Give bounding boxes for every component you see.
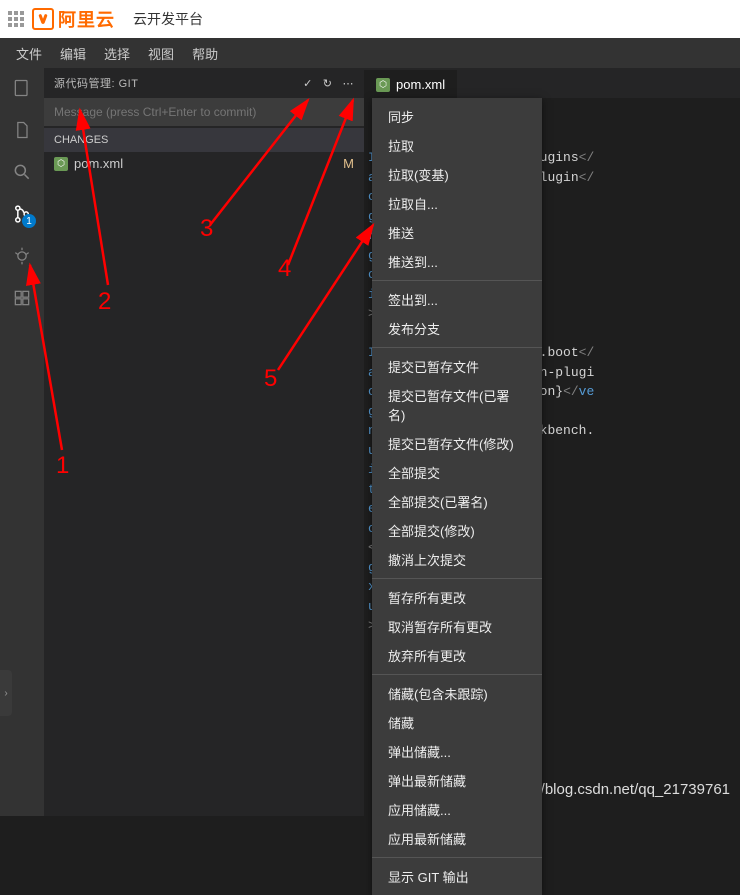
changes-header[interactable]: CHANGES	[44, 128, 364, 152]
menu-pull[interactable]: 拉取	[372, 131, 542, 160]
annotation-1: 1	[56, 452, 69, 480]
menu-commit-staged[interactable]: 提交已暂存文件	[372, 352, 542, 381]
annotation-4: 4	[278, 255, 291, 283]
explorer-icon[interactable]	[10, 76, 34, 100]
changes-label: CHANGES	[54, 134, 108, 146]
debug-icon[interactable]	[10, 244, 34, 268]
tab-pomxml[interactable]: ⬡ pom.xml	[364, 70, 457, 98]
menu-view[interactable]: 视图	[148, 44, 174, 63]
brand-icon	[32, 8, 54, 30]
topbar: 阿里云 云开发平台	[0, 0, 740, 38]
menu-undo-last-commit[interactable]: 撤消上次提交	[372, 545, 542, 574]
scm-sidebar: 源代码管理: GIT ✓ ↻ ⋯ CHANGES ⬡ pom.xml M	[44, 68, 364, 816]
menu-separator	[372, 578, 542, 579]
menu-discard-all[interactable]: 放弃所有更改	[372, 641, 542, 670]
editor-tabs: ⬡ pom.xml	[364, 68, 740, 98]
annotation-5: 5	[264, 365, 277, 393]
xml-file-icon: ⬡	[376, 78, 390, 92]
brand-logo[interactable]: 阿里云	[32, 6, 115, 32]
menu-pull-from[interactable]: 拉取自...	[372, 189, 542, 218]
menu-separator	[372, 857, 542, 858]
scm-actions: ✓ ↻ ⋯	[303, 77, 354, 90]
file-status-letter: M	[343, 156, 354, 171]
collapse-handle[interactable]: ›	[0, 670, 12, 716]
file-icon[interactable]	[10, 118, 34, 142]
menu-push-to[interactable]: 推送到...	[372, 247, 542, 276]
menu-file[interactable]: 文件	[16, 44, 42, 63]
extensions-icon[interactable]	[10, 286, 34, 310]
scm-badge: 1	[22, 214, 36, 228]
scm-context-menu: 同步 拉取 拉取(变基) 拉取自... 推送 推送到... 签出到... 发布分…	[372, 98, 542, 895]
source-control-icon[interactable]: 1	[10, 202, 34, 226]
menu-edit[interactable]: 编辑	[60, 44, 86, 63]
changed-file-row[interactable]: ⬡ pom.xml M	[44, 152, 364, 175]
tab-filename: pom.xml	[396, 77, 445, 92]
menu-commit-all[interactable]: 全部提交	[372, 458, 542, 487]
annotation-3: 3	[200, 215, 213, 243]
commit-message-input[interactable]	[44, 98, 364, 126]
menu-pop-latest[interactable]: 弹出最新储藏	[372, 766, 542, 795]
xml-file-icon: ⬡	[54, 157, 68, 171]
refresh-icon[interactable]: ↻	[323, 77, 333, 90]
more-actions-icon[interactable]: ⋯	[343, 77, 355, 90]
menu-commit-staged-amend[interactable]: 提交已暂存文件(修改)	[372, 429, 542, 458]
main-area: 1 源代码管理: GIT ✓ ↻ ⋯ CHANGES ⬡ pom.xml M ⬡	[0, 68, 740, 816]
menu-separator	[372, 674, 542, 675]
platform-name: 云开发平台	[133, 9, 203, 29]
menu-pop-stash[interactable]: 弹出储藏...	[372, 737, 542, 766]
scm-title: 源代码管理: GIT	[54, 75, 138, 91]
menu-stage-all[interactable]: 暂存所有更改	[372, 583, 542, 612]
search-icon[interactable]	[10, 160, 34, 184]
scm-header: 源代码管理: GIT ✓ ↻ ⋯	[44, 68, 364, 98]
menu-publish-branch[interactable]: 发布分支	[372, 314, 542, 343]
menubar: 文件 编辑 选择 视图 帮助	[0, 38, 740, 68]
brand-text: 阿里云	[58, 6, 115, 32]
menu-apply-latest[interactable]: 应用最新储藏	[372, 824, 542, 853]
menu-select[interactable]: 选择	[104, 44, 130, 63]
menu-unstage-all[interactable]: 取消暂存所有更改	[372, 612, 542, 641]
changed-file-name: pom.xml	[74, 156, 123, 171]
menu-commit-all-amend[interactable]: 全部提交(修改)	[372, 516, 542, 545]
menu-commit-staged-signed[interactable]: 提交已暂存文件(已署名)	[372, 381, 542, 429]
menu-stash[interactable]: 储藏	[372, 708, 542, 737]
menu-apply-stash[interactable]: 应用储藏...	[372, 795, 542, 824]
menu-checkout-to[interactable]: 签出到...	[372, 285, 542, 314]
menu-stash-untracked[interactable]: 储藏(包含未跟踪)	[372, 679, 542, 708]
annotation-2: 2	[98, 288, 111, 316]
menu-sync[interactable]: 同步	[372, 102, 542, 131]
menu-separator	[372, 280, 542, 281]
menu-separator	[372, 347, 542, 348]
menu-pull-rebase[interactable]: 拉取(变基)	[372, 160, 542, 189]
menu-commit-all-signed[interactable]: 全部提交(已署名)	[372, 487, 542, 516]
menu-push[interactable]: 推送	[372, 218, 542, 247]
commit-check-icon[interactable]: ✓	[303, 77, 313, 90]
menu-show-git-output[interactable]: 显示 GIT 输出	[372, 862, 542, 891]
menu-help[interactable]: 帮助	[192, 44, 218, 63]
apps-icon[interactable]	[8, 11, 24, 27]
